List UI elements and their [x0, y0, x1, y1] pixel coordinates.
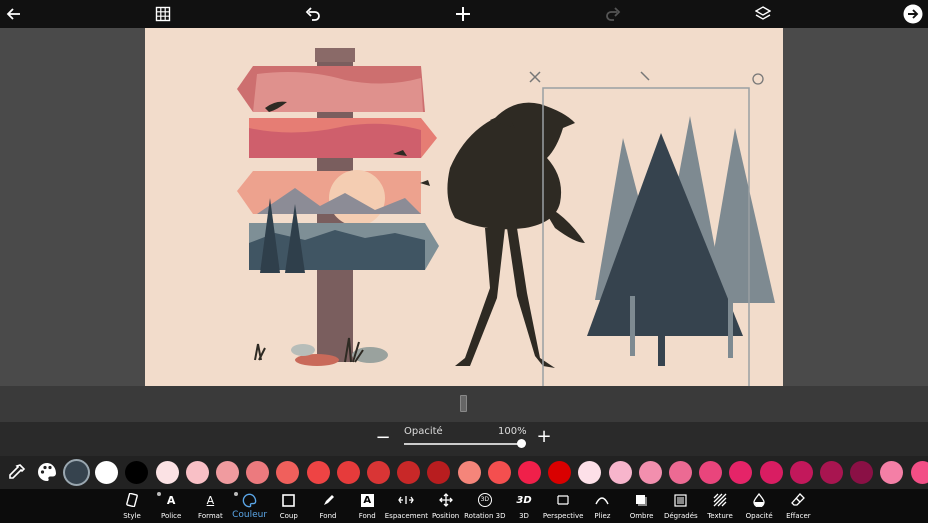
opacity-slider-track[interactable]	[404, 443, 522, 445]
opacity-slider-thumb[interactable]	[517, 439, 526, 448]
signpost-illustration	[237, 48, 439, 366]
undo-icon[interactable]	[301, 2, 325, 26]
grid-icon[interactable]	[151, 2, 175, 26]
move-icon	[438, 492, 454, 508]
rotate-3d-icon: 3D	[477, 492, 493, 508]
color-swatch[interactable]	[880, 461, 904, 484]
redo-icon[interactable]	[601, 2, 625, 26]
bottom-toolbar: Style A Police A Format Couleur Coup Fond A Fond E…	[0, 489, 928, 523]
color-swatch[interactable]	[216, 461, 239, 484]
color-swatch[interactable]	[548, 461, 572, 484]
style-icon	[124, 492, 140, 508]
color-swatch[interactable]	[276, 461, 300, 484]
eraser-icon	[790, 492, 806, 508]
trees-illustration	[587, 116, 775, 366]
layers-icon[interactable]	[751, 2, 775, 26]
artwork	[237, 48, 775, 386]
color-swatch[interactable]	[306, 461, 330, 484]
color-swatch[interactable]	[669, 461, 692, 484]
background-letter-icon: A	[359, 492, 375, 508]
top-toolbar	[0, 0, 928, 28]
opacity-increase-button[interactable]: +	[536, 427, 552, 447]
color-swatch[interactable]	[820, 461, 843, 484]
canvas-scroll-strip	[0, 386, 928, 422]
opacity-control: − Opacité 100% +	[0, 422, 928, 456]
palette-icon	[242, 492, 258, 508]
perspective-icon	[555, 492, 571, 508]
color-swatch[interactable]	[336, 461, 360, 484]
color-swatch[interactable]	[518, 461, 541, 484]
spacing-icon	[398, 492, 415, 508]
bird-silhouette	[447, 102, 585, 368]
format-icon: A	[206, 493, 215, 507]
gradient-icon	[673, 492, 689, 508]
next-arrow-icon[interactable]	[901, 2, 925, 26]
shadow-icon	[634, 492, 650, 508]
color-swatch[interactable]	[246, 461, 270, 484]
tool-label: Effacer	[786, 512, 811, 520]
opacity-decrease-button[interactable]: −	[375, 428, 391, 448]
font-icon: A	[166, 493, 176, 507]
color-swatch[interactable]	[95, 461, 119, 484]
indicator-dot	[157, 492, 161, 496]
color-swatch[interactable]	[487, 461, 511, 484]
color-swatch[interactable]	[910, 461, 928, 484]
color-swatch[interactable]	[457, 461, 481, 484]
editor-app: − Opacité 100% + Style A Police A Format Coul…	[0, 0, 928, 523]
eyedropper-icon[interactable]	[6, 461, 28, 483]
color-swatch[interactable]	[759, 461, 783, 484]
opacity-label: Opacité	[404, 426, 443, 437]
color-swatch[interactable]	[699, 461, 723, 484]
palette-icon[interactable]	[36, 461, 58, 483]
add-icon[interactable]	[451, 2, 475, 26]
fill-brush-icon	[320, 492, 336, 508]
color-swatch[interactable]	[789, 461, 813, 484]
color-swatch[interactable]	[155, 461, 179, 484]
color-swatch[interactable]	[125, 461, 149, 484]
texture-icon	[712, 492, 728, 508]
color-swatch[interactable]	[367, 461, 390, 484]
color-swatch[interactable]	[729, 461, 753, 484]
opacity-icon	[751, 492, 767, 508]
color-swatch[interactable]	[608, 461, 632, 484]
stroke-icon	[281, 492, 297, 508]
color-swatch-bar	[0, 456, 928, 489]
tool-effacer[interactable]: Effacer	[778, 489, 818, 523]
color-swatch[interactable]	[850, 461, 874, 484]
color-swatch[interactable]	[427, 461, 451, 484]
indicator-dot	[234, 492, 238, 496]
color-swatch[interactable]	[638, 461, 662, 484]
back-arrow-icon[interactable]	[2, 2, 26, 26]
color-swatch[interactable]	[578, 461, 602, 484]
bend-icon	[594, 492, 610, 508]
design-canvas[interactable]	[145, 28, 783, 386]
color-swatch[interactable]	[185, 461, 209, 484]
3d-icon: 3D	[516, 494, 532, 506]
opacity-value: 100%	[498, 426, 527, 437]
color-swatch[interactable]	[65, 461, 88, 484]
color-swatch[interactable]	[397, 461, 421, 484]
drag-handle[interactable]	[460, 395, 467, 412]
